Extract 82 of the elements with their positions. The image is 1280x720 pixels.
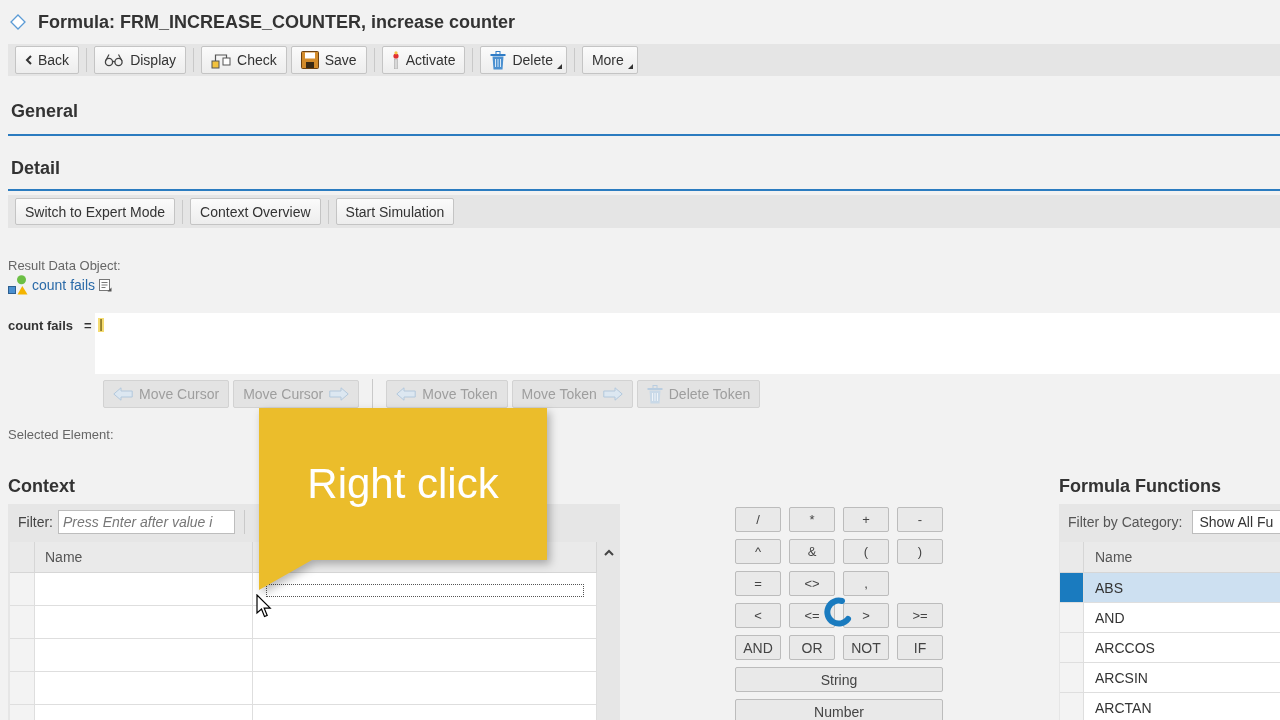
arrow-left-icon [396,387,417,401]
function-name: AND [1095,609,1125,626]
diamond-icon [10,14,26,30]
delete-button[interactable]: Delete [480,46,567,74]
table-row[interactable] [10,573,597,606]
window-title: Formula: FRM_INCREASE_COUNTER, increase counter [38,11,516,33]
operator-key[interactable]: >= [897,603,943,628]
dropdown-corner-icon [627,64,633,69]
field-label: Selected Element: [8,427,114,443]
context-overview-button[interactable]: Context Overview [190,198,321,225]
section-title: General [11,100,79,122]
data-object-link[interactable]: count fails [32,277,96,293]
function-name: ARCSIN [1095,669,1148,686]
save-button[interactable]: Save [290,46,367,74]
simulation-button[interactable]: Start Simulation [335,198,455,225]
operator-key[interactable]: ) [897,539,943,564]
operator-key[interactable]: Number [735,699,943,720]
function-name: ABS [1095,579,1123,596]
arrow-left-icon [113,387,133,401]
function-row[interactable]: ARCTAN [1060,693,1280,720]
row-selector[interactable] [1060,573,1084,602]
table-row[interactable] [10,606,597,639]
operator-key[interactable]: / [735,507,781,532]
text-cursor-icon [98,318,104,332]
operator-key[interactable]: ( [843,539,889,564]
save-icon [300,51,319,69]
formula-label: count fails [8,318,73,334]
operator-key[interactable]: NOT [843,635,889,660]
function-name: ARCTAN [1095,699,1152,716]
mouse-pointer-icon [256,594,272,618]
operator-key[interactable]: ^ [735,539,781,564]
filter-label: Filter by Category: [1068,514,1183,530]
glasses-icon [104,53,125,67]
activate-button[interactable]: Activate [381,46,466,74]
function-row[interactable]: ARCSIN [1060,663,1280,693]
operator-label: = [84,318,92,334]
function-row[interactable]: AND [1060,603,1280,633]
filter-field[interactable]: Press Enter after value i [58,510,235,534]
check-button[interactable]: Check [201,46,287,74]
chevron-left-icon [25,55,32,65]
operator-key[interactable]: < [735,603,781,628]
display-button[interactable]: Display [94,46,187,74]
operator-key[interactable]: - [897,507,943,532]
formula-editor[interactable] [95,313,1280,374]
more-button[interactable]: More [581,46,638,74]
dropdown-corner-icon [556,64,562,69]
arrow-right-icon [602,387,623,401]
note-icon [99,278,113,292]
nodes-icon [211,51,232,69]
trash-icon [490,50,507,70]
callout-text: Right click [307,463,499,505]
section-title: Detail [11,157,61,179]
operator-key[interactable]: AND [735,635,781,660]
function-row[interactable]: ABS [1060,573,1280,603]
expert-mode-button[interactable]: Switch to Expert Mode [15,198,176,225]
operator-key[interactable]: > [843,603,889,628]
operator-key[interactable]: , [843,571,889,596]
table-row[interactable] [10,639,597,672]
candle-icon [391,51,400,69]
operator-key[interactable]: = [735,571,781,596]
operator-key[interactable]: <> [789,571,835,596]
column-header[interactable]: Name [1095,549,1133,565]
table-row[interactable] [10,672,597,705]
filter-label: Filter: [18,514,53,530]
column-header[interactable]: Name [45,549,83,565]
field-label: Result Data Object: [8,258,121,274]
function-row[interactable]: ARCCOS [1060,633,1280,663]
section-title: Formula Functions [1059,475,1221,497]
trash-icon [646,384,663,404]
operator-key[interactable]: + [843,507,889,532]
arrow-right-icon [329,387,350,401]
back-button[interactable]: Back [15,46,80,74]
shapes-icon [8,275,28,295]
operator-key[interactable]: IF [897,635,943,660]
section-title: Context [8,475,75,497]
operator-key[interactable]: OR [789,635,835,660]
operator-key[interactable]: * [789,507,835,532]
operator-key[interactable]: & [789,539,835,564]
scroll-up-icon [603,549,614,556]
operator-key[interactable]: String [735,667,943,692]
function-name: ARCCOS [1095,639,1155,656]
category-select[interactable]: Show All Fu [1192,510,1280,534]
